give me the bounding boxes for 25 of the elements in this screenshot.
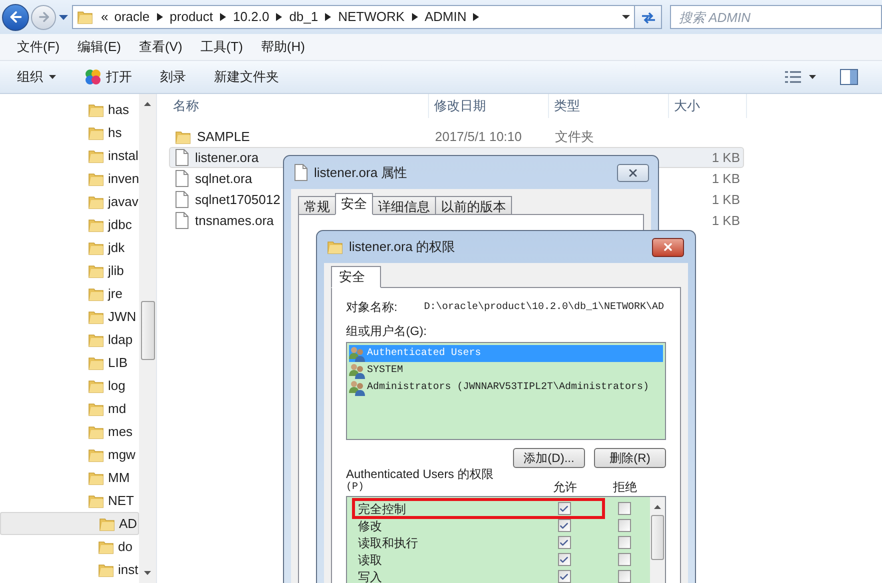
file-size: 1 KB (712, 212, 740, 230)
column-header: 允许 (553, 481, 577, 494)
permission-name: 完全控制 (358, 502, 406, 516)
modified-date: 2017/5/1 10:10 (435, 128, 522, 144)
file-name: SAMPLE (197, 128, 250, 146)
groups-label: 组或用户名(G): (346, 324, 427, 338)
permissions-label: Authenticated Users 的权限 (346, 468, 494, 481)
file-size: 1 KB (712, 190, 740, 209)
file-name: tnsnames.ora (195, 212, 274, 230)
permission-name: 读取 (358, 552, 382, 566)
column-header: 拒绝 (613, 481, 637, 494)
file-name: sqlnet1705012 (195, 190, 280, 209)
file-name: listener.ora (195, 148, 259, 167)
dialog-title: listener.ora 的权限 (349, 238, 456, 256)
permission-name: 写入 (358, 570, 382, 583)
file-name: sqlnet.ora (195, 170, 252, 188)
permission-name: 读取和执行 (358, 536, 418, 550)
dialog-title: listener.ora 属性 (314, 164, 408, 182)
file-size: 1 KB (712, 148, 740, 167)
object-name-label: 对象名称: (346, 299, 398, 316)
permission-name: 修改 (358, 518, 382, 532)
object-name-value: D:\oracle\product\10.2.0\db_1\NETWORK\AD (424, 300, 664, 314)
file-type: 文件夹 (555, 128, 594, 144)
permissions-key: (P) (346, 481, 364, 494)
file-size: 1 KB (712, 170, 740, 188)
